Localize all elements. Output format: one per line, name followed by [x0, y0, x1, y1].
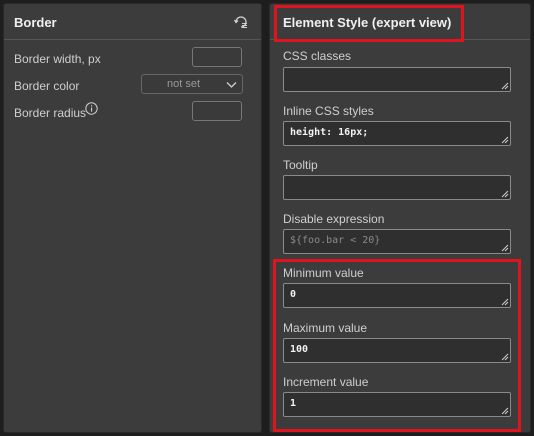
disable-expression-field[interactable]: ${foo.bar < 20} [283, 229, 511, 254]
border-width-label: Border width, px [14, 52, 101, 66]
increment-value-value: 1 [290, 398, 297, 409]
maximum-value-field[interactable]: 100 [283, 338, 511, 363]
reset-icon[interactable] [233, 14, 249, 30]
inline-css-value: height: 16px; [290, 127, 369, 138]
border-panel-title: Border [14, 15, 57, 30]
resize-grip-icon[interactable] [501, 244, 509, 252]
resize-grip-icon[interactable] [501, 353, 509, 361]
border-radius-input[interactable] [192, 101, 242, 121]
maximum-value-label: Maximum value [283, 321, 368, 335]
element-style-title: Element Style (expert view) [283, 15, 452, 30]
tooltip-field[interactable] [283, 175, 511, 200]
resize-grip-icon[interactable] [501, 298, 509, 306]
disable-expression-placeholder: ${foo.bar < 20} [290, 235, 381, 246]
css-classes-label: CSS classes [283, 49, 352, 63]
maximum-value-value: 100 [290, 344, 309, 355]
border-color-select[interactable]: not set [141, 74, 243, 94]
minimum-value-label: Minimum value [283, 266, 364, 280]
inline-css-field[interactable]: height: 16px; [283, 121, 511, 146]
resize-grip-icon[interactable] [501, 136, 509, 144]
info-icon[interactable] [85, 102, 98, 115]
element-style-panel: Element Style (expert view) CSS classes … [269, 3, 531, 433]
css-classes-field[interactable] [283, 67, 511, 92]
resize-grip-icon[interactable] [501, 407, 509, 415]
chevron-down-icon [226, 82, 237, 88]
border-color-value: not set [167, 78, 201, 90]
border-radius-label: Border radius [14, 106, 87, 120]
resize-grip-icon[interactable] [501, 190, 509, 198]
element-style-header: Element Style (expert view) [270, 4, 530, 40]
minimum-value-value: 0 [290, 289, 297, 300]
increment-value-label: Increment value [283, 375, 369, 389]
border-panel: Border Border width, px Border color not… [3, 3, 262, 433]
border-width-input[interactable] [192, 47, 242, 67]
border-color-label: Border color [14, 79, 80, 93]
increment-value-field[interactable]: 1 [283, 392, 511, 417]
resize-grip-icon[interactable] [501, 82, 509, 90]
tooltip-label: Tooltip [283, 158, 318, 172]
disable-expression-label: Disable expression [283, 212, 385, 226]
minimum-value-field[interactable]: 0 [283, 283, 511, 308]
border-panel-header: Border [4, 4, 261, 40]
inline-css-label: Inline CSS styles [283, 104, 374, 118]
